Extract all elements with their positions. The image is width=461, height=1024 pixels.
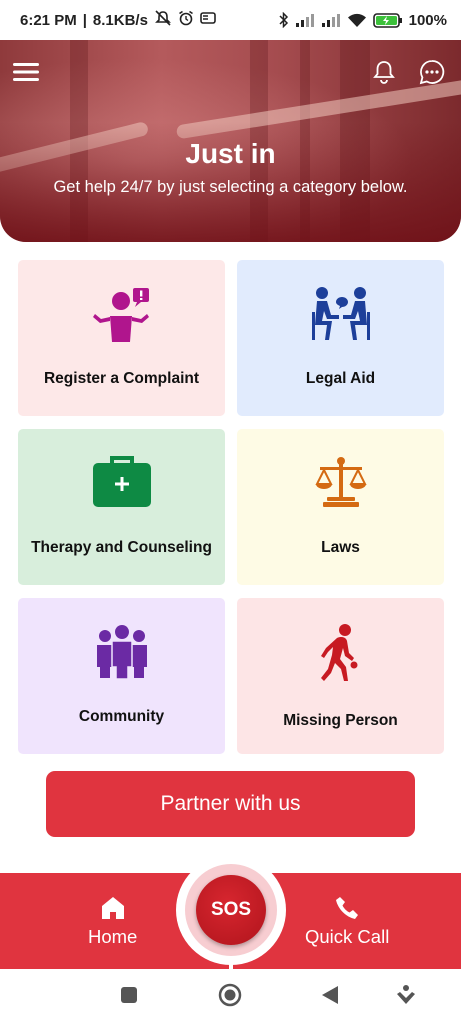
- square-icon: [120, 986, 138, 1009]
- back-button[interactable]: [317, 984, 343, 1010]
- mute-icon: [154, 10, 172, 30]
- system-nav-bar: [0, 969, 461, 1024]
- group-people-icon: [18, 624, 225, 684]
- signal-1-icon: [295, 13, 315, 27]
- category-label: Missing Person: [283, 712, 398, 729]
- status-bar: 6:21 PM | 8.1KB/s 100%: [0, 0, 461, 40]
- circle-icon: [218, 983, 242, 1012]
- category-register-complaint[interactable]: Register a Complaint: [18, 260, 225, 416]
- category-missing-person[interactable]: Missing Person: [237, 598, 444, 754]
- first-aid-kit-icon: [18, 455, 225, 515]
- assistant-button[interactable]: [393, 984, 419, 1010]
- bell-icon: [372, 59, 396, 90]
- chat-button[interactable]: [416, 58, 448, 90]
- bluetooth-icon: [278, 12, 289, 28]
- menu-button[interactable]: [10, 58, 42, 90]
- signal-2-icon: [321, 13, 341, 27]
- nav-home[interactable]: Home: [88, 895, 137, 948]
- nav-quick-call[interactable]: Quick Call: [305, 895, 389, 948]
- hamburger-menu-icon: [12, 61, 40, 88]
- category-label: Register a Complaint: [43, 370, 200, 387]
- email-notification-icon: [200, 11, 216, 29]
- category-label: Legal Aid: [305, 370, 376, 387]
- partner-with-us-button[interactable]: Partner with us: [46, 771, 415, 837]
- category-laws[interactable]: Laws: [237, 429, 444, 585]
- hero-banner: Just in Get help 24/7 by just selecting …: [0, 40, 461, 242]
- walking-person-icon: [237, 624, 444, 684]
- phone-icon: [334, 895, 360, 926]
- chat-bubble-icon: [419, 59, 445, 90]
- category-community[interactable]: Community: [18, 598, 225, 754]
- home-system-button[interactable]: [217, 983, 243, 1012]
- scales-icon: [237, 455, 444, 515]
- sos-button[interactable]: SOS: [196, 875, 266, 945]
- category-label: Therapy and Counseling: [31, 539, 212, 556]
- back-triangle-icon: [321, 985, 339, 1010]
- recents-button[interactable]: [116, 984, 142, 1010]
- status-separator: |: [82, 11, 87, 29]
- hero-title: Just in: [185, 138, 276, 169]
- category-label: Community: [78, 708, 165, 725]
- home-icon: [100, 895, 126, 926]
- category-therapy-counseling[interactable]: Therapy and Counseling: [18, 429, 225, 585]
- battery-percent: 100%: [408, 11, 447, 29]
- wifi-icon: [347, 13, 367, 28]
- notifications-button[interactable]: [368, 58, 400, 90]
- category-legal-aid[interactable]: Legal Aid: [237, 260, 444, 416]
- assistant-icon: [395, 984, 417, 1011]
- consultation-icon: [237, 286, 444, 346]
- status-time: 6:21 PM: [20, 11, 77, 29]
- battery-icon: [372, 12, 403, 28]
- category-grid: Register a Complaint Legal Aid Therapy a…: [18, 260, 444, 754]
- sos-halo: SOS: [185, 864, 277, 956]
- alarm-icon: [178, 10, 194, 30]
- sos-ring: SOS: [176, 855, 286, 965]
- category-label: Laws: [321, 539, 360, 556]
- complaint-person-icon: [18, 286, 225, 346]
- nav-home-label: Home: [88, 926, 138, 947]
- hero-subtitle: Get help 24/7 by just selecting a catego…: [53, 178, 408, 196]
- status-network-speed: 8.1KB/s: [92, 11, 148, 29]
- nav-quick-call-label: Quick Call: [305, 926, 390, 947]
